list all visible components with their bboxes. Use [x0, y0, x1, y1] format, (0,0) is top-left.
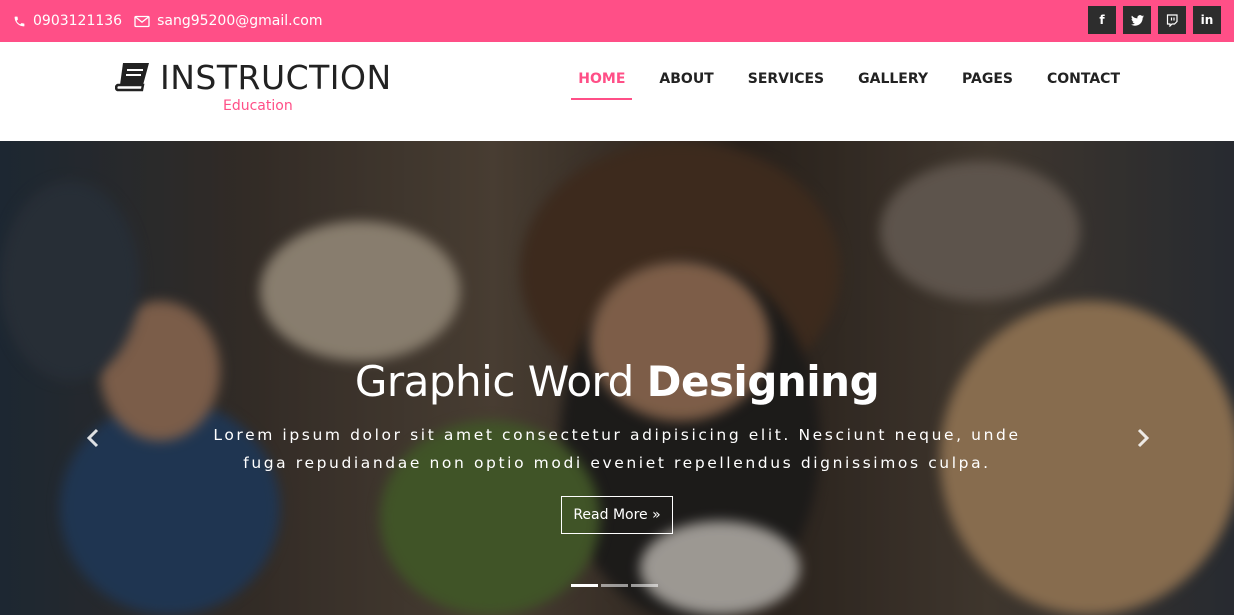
hero-title-bold: Designing: [646, 357, 880, 406]
slider-indicators: [571, 584, 661, 587]
book-icon: [115, 63, 149, 92]
nav-services[interactable]: SERVICES: [748, 68, 824, 100]
contact-info: 0903121136 sang95200@gmail.com: [13, 0, 334, 42]
main-nav: HOME ABOUT SERVICES GALLERY PAGES CONTAC…: [544, 68, 1120, 100]
phone-number: 0903121136: [33, 13, 123, 29]
nav-contact[interactable]: CONTACT: [1047, 68, 1120, 100]
site-logo[interactable]: INSTRUCTION Education: [115, 58, 405, 118]
hero-description: Lorem ipsum dolor sit amet consectetur a…: [190, 421, 1044, 477]
hero-slider: Graphic Word Designing Lorem ipsum dolor…: [0, 141, 1234, 615]
twitter-button[interactable]: [1123, 6, 1151, 34]
read-more-button[interactable]: Read More »: [561, 496, 673, 534]
slide-indicator-1[interactable]: [571, 584, 598, 587]
hero-description-line2: fuga repudiandae non optio modi eveniet …: [243, 454, 991, 472]
hero-description-line1: Lorem ipsum dolor sit amet consectetur a…: [213, 426, 1021, 444]
email-contact[interactable]: sang95200@gmail.com: [134, 13, 322, 29]
chevron-left-icon[interactable]: [84, 427, 104, 449]
phone-contact[interactable]: 0903121136: [13, 13, 122, 29]
nav-about[interactable]: ABOUT: [659, 68, 713, 100]
envelope-icon: [134, 15, 150, 27]
site-header: INSTRUCTION Education HOME ABOUT SERVICE…: [0, 42, 1234, 141]
nav-home[interactable]: HOME: [571, 68, 633, 100]
twitch-button[interactable]: [1158, 6, 1186, 34]
facebook-button[interactable]: f: [1088, 6, 1116, 34]
top-bar: 0903121136 sang95200@gmail.com f in: [0, 0, 1234, 42]
twitch-icon: [1166, 13, 1178, 27]
chevron-right-icon[interactable]: [1132, 427, 1152, 449]
email-address: sang95200@gmail.com: [157, 13, 323, 29]
brand-tagline: Education: [223, 98, 293, 114]
phone-icon: [14, 16, 25, 26]
social-links: f in: [1081, 6, 1221, 34]
linkedin-button[interactable]: in: [1193, 6, 1221, 34]
brand-name: INSTRUCTION: [160, 58, 392, 97]
slide-indicator-3[interactable]: [631, 584, 658, 587]
twitter-icon: [1130, 14, 1144, 26]
nav-gallery[interactable]: GALLERY: [858, 68, 928, 100]
facebook-icon: f: [1099, 13, 1105, 27]
linkedin-icon: in: [1200, 13, 1214, 27]
slide-indicator-2[interactable]: [601, 584, 628, 587]
nav-pages[interactable]: PAGES: [962, 68, 1013, 100]
hero-title-light: Graphic Word: [354, 357, 647, 406]
hero-title: Graphic Word Designing: [0, 357, 1234, 406]
